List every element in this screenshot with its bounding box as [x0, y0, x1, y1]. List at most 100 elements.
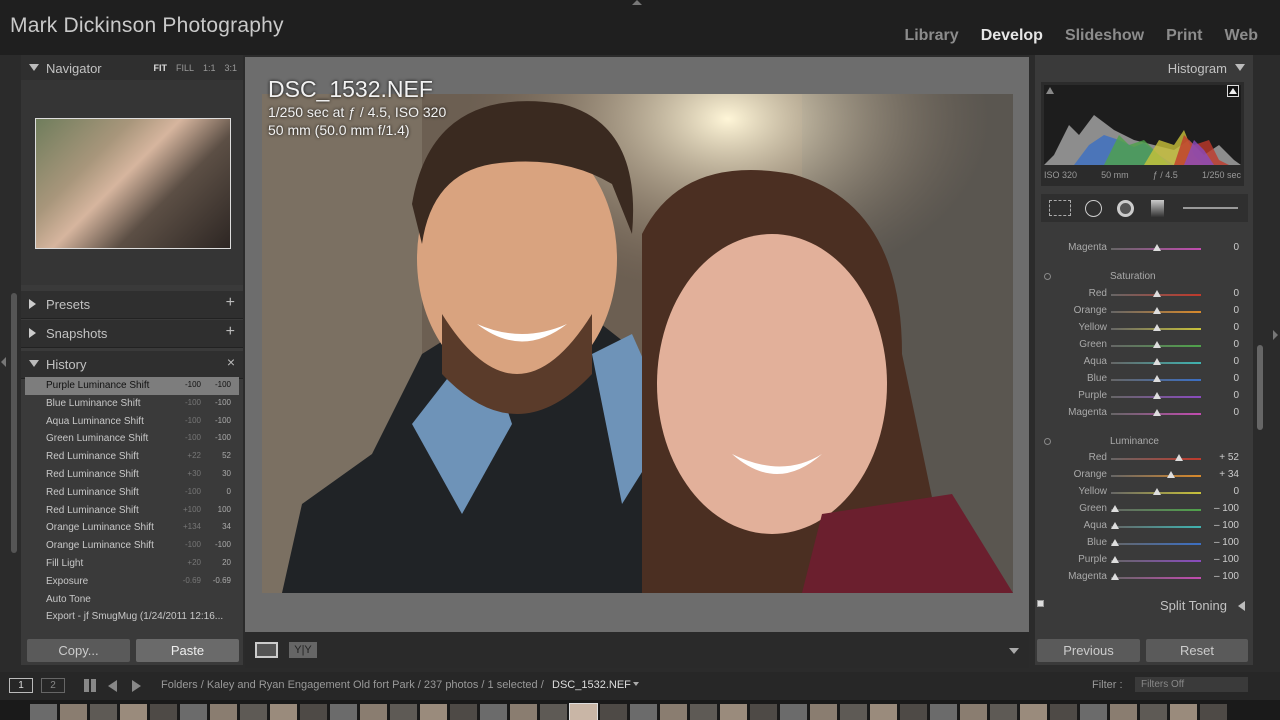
toolbar-menu-chevron-icon[interactable] — [1009, 648, 1019, 654]
hsl-slider-green[interactable]: Green – 100 — [1035, 501, 1253, 518]
history-item[interactable]: Blue Luminance Shift -100 -100 — [25, 395, 239, 413]
filmstrip-thumbnail[interactable] — [300, 704, 327, 720]
slider-thumb[interactable] — [1153, 324, 1161, 331]
back-arrow-icon[interactable] — [108, 680, 117, 692]
zoom-1-1[interactable]: 1:1 — [203, 63, 216, 73]
filmstrip-thumbnail[interactable] — [1140, 704, 1167, 720]
filmstrip-thumbnail[interactable] — [750, 704, 777, 720]
slider-thumb[interactable] — [1174, 454, 1183, 461]
filmstrip-thumbnail[interactable] — [360, 704, 387, 720]
hsl-slider-green[interactable]: Green 0 — [1035, 337, 1253, 354]
filmstrip-thumbnail[interactable] — [900, 704, 927, 720]
navigator-header[interactable]: Navigator FIT FILL 1:1 3:1 — [21, 55, 243, 83]
hsl-slider-orange[interactable]: Orange 0 — [1035, 303, 1253, 320]
right-panel-scrollbar[interactable] — [1257, 345, 1263, 430]
filmstrip-thumbnail[interactable] — [870, 704, 897, 720]
slider-thumb[interactable] — [1111, 556, 1119, 563]
hsl-slider-orange[interactable]: Orange + 34 — [1035, 467, 1253, 484]
module-web[interactable]: Web — [1225, 27, 1258, 45]
history-item[interactable]: Orange Luminance Shift +134 34 — [25, 519, 239, 537]
filmstrip-thumbnail[interactable] — [180, 704, 207, 720]
paste-button[interactable]: Paste — [136, 639, 239, 662]
shadow-clipping-icon[interactable] — [1046, 87, 1054, 94]
slider-track[interactable] — [1111, 577, 1201, 579]
filmstrip-thumbnail[interactable] — [660, 704, 687, 720]
snapshots-header[interactable]: Snapshots + — [21, 320, 243, 348]
filmstrip-thumbnail[interactable] — [420, 704, 447, 720]
slider-thumb[interactable] — [1111, 522, 1119, 529]
slider-thumb[interactable] — [1153, 341, 1161, 348]
reset-button[interactable]: Reset — [1146, 639, 1248, 662]
adjustment-brush-icon[interactable] — [1183, 207, 1238, 209]
left-panel-scrollbar[interactable] — [11, 293, 17, 553]
slider-track[interactable] — [1111, 560, 1201, 562]
hsl-slider-yellow[interactable]: Yellow 0 — [1035, 320, 1253, 337]
slider-track[interactable] — [1111, 526, 1201, 528]
window-2-button[interactable]: 2 — [41, 678, 65, 693]
history-item[interactable]: Purple Luminance Shift -100 -100 — [25, 377, 239, 395]
window-1-button[interactable]: 1 — [9, 678, 33, 693]
history-item[interactable]: Red Luminance Shift -100 0 — [25, 484, 239, 502]
filmstrip-thumbnail[interactable] — [1080, 704, 1107, 720]
slider-thumb[interactable] — [1153, 409, 1161, 416]
zoom-fill[interactable]: FILL — [176, 63, 194, 73]
split-toning-header[interactable]: Split Toning — [1035, 595, 1253, 617]
hsl-slider-red[interactable]: Red + 52 — [1035, 450, 1253, 467]
zoom-fit[interactable]: FIT — [153, 63, 167, 73]
before-after-icon[interactable]: Y|Y — [289, 642, 317, 658]
previous-button[interactable]: Previous — [1037, 639, 1140, 662]
filmstrip-thumbnail[interactable] — [690, 704, 717, 720]
copy-button[interactable]: Copy... — [27, 639, 130, 662]
hsl-slider-aqua[interactable]: Aqua – 100 — [1035, 518, 1253, 535]
filmstrip-thumbnail[interactable] — [480, 704, 507, 720]
clear-history-icon[interactable]: × — [227, 354, 235, 370]
right-panel-toggle-icon[interactable] — [1273, 330, 1278, 340]
filmstrip-thumbnail[interactable] — [510, 704, 537, 720]
slider-thumb[interactable] — [1153, 358, 1161, 365]
slider-thumb[interactable] — [1153, 290, 1161, 297]
slider-thumb[interactable] — [1153, 392, 1161, 399]
module-print[interactable]: Print — [1166, 27, 1202, 45]
slider-thumb[interactable] — [1111, 573, 1119, 580]
slider-track[interactable] — [1111, 458, 1201, 460]
filmstrip-thumbnail[interactable] — [600, 704, 627, 720]
grid-view-icon[interactable] — [84, 679, 97, 692]
history-item[interactable]: Green Luminance Shift -100 -100 — [25, 430, 239, 448]
filmstrip-thumbnail[interactable] — [270, 704, 297, 720]
filmstrip-thumbnail[interactable] — [930, 704, 957, 720]
hsl-slider-yellow[interactable]: Yellow 0 — [1035, 484, 1253, 501]
spot-removal-icon[interactable] — [1085, 200, 1102, 217]
hsl-slider-magenta[interactable]: Magenta – 100 — [1035, 569, 1253, 586]
graduated-filter-icon[interactable] — [1151, 200, 1164, 217]
slider-track[interactable] — [1111, 543, 1201, 545]
histogram-graph[interactable] — [1044, 85, 1241, 165]
hsl-slider-red[interactable]: Red 0 — [1035, 286, 1253, 303]
filmstrip-thumbnail[interactable] — [1170, 704, 1197, 720]
target-adjust-icon[interactable] — [1044, 273, 1051, 280]
breadcrumb[interactable]: Folders / Kaley and Ryan Engagement Old … — [161, 679, 544, 691]
main-photo[interactable] — [262, 94, 1013, 593]
filter-select[interactable]: Filters Off — [1135, 677, 1248, 692]
history-item[interactable]: Orange Luminance Shift -100 -100 — [25, 537, 239, 555]
filmstrip-thumbnail[interactable] — [120, 704, 147, 720]
current-filename[interactable]: DSC_1532.NEF — [552, 679, 631, 691]
slider-thumb[interactable] — [1111, 539, 1119, 546]
history-item[interactable]: Red Luminance Shift +30 30 — [25, 466, 239, 484]
hsl-slider-purple[interactable]: Purple – 100 — [1035, 552, 1253, 569]
filmstrip-thumbnail[interactable] — [990, 704, 1017, 720]
hsl-slider-aqua[interactable]: Aqua 0 — [1035, 354, 1253, 371]
module-develop[interactable]: Develop — [981, 27, 1043, 45]
top-panel-toggle-icon[interactable] — [632, 0, 642, 5]
filmstrip-thumbnail[interactable] — [150, 704, 177, 720]
crop-icon[interactable] — [1049, 200, 1071, 216]
filmstrip-thumbnail[interactable] — [569, 703, 598, 720]
hsl-slider-blue[interactable]: Blue – 100 — [1035, 535, 1253, 552]
filmstrip-thumbnail[interactable] — [630, 704, 657, 720]
filmstrip-thumbnail[interactable] — [1200, 704, 1227, 720]
filmstrip-thumbnail[interactable] — [450, 704, 477, 720]
filmstrip-thumbnail[interactable] — [1020, 704, 1047, 720]
module-library[interactable]: Library — [904, 27, 958, 45]
red-eye-icon[interactable] — [1117, 200, 1134, 217]
navigator-thumbnail[interactable] — [35, 118, 231, 249]
history-item[interactable]: Red Luminance Shift +100 100 — [25, 502, 239, 520]
